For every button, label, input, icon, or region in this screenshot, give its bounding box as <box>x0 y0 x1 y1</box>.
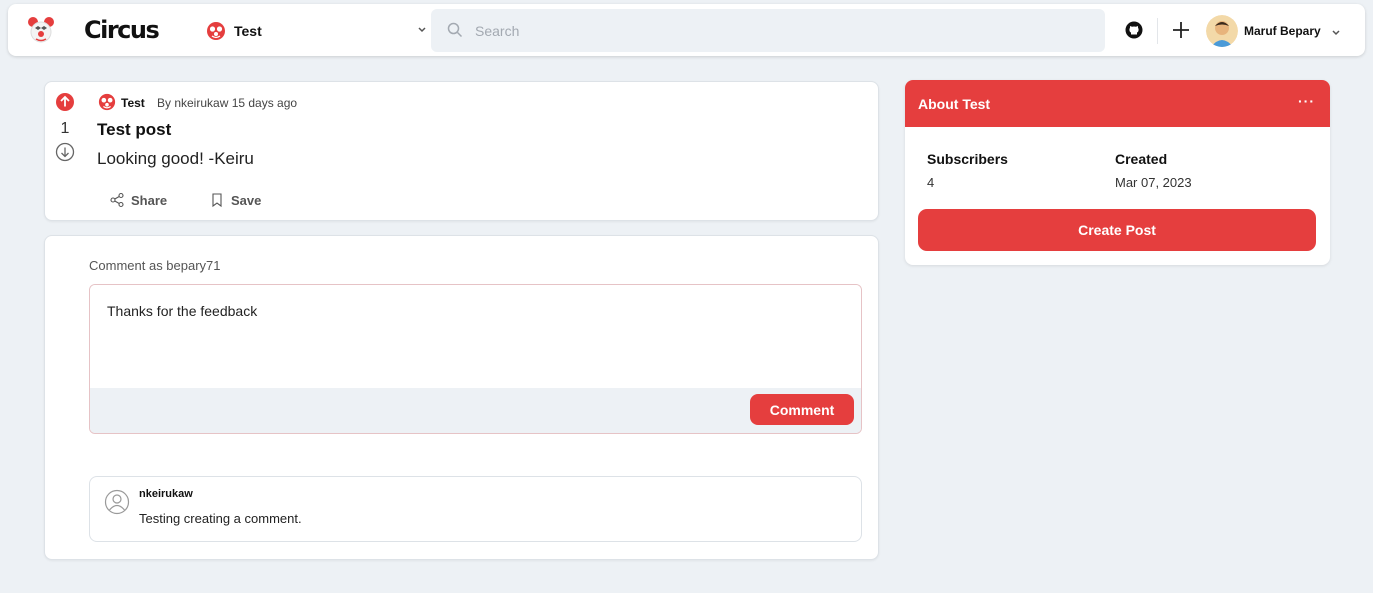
search-input[interactable] <box>475 9 1075 52</box>
bookmark-icon <box>212 193 222 208</box>
post-community-link[interactable]: Test <box>121 96 145 110</box>
subscribers-label: Subscribers <box>927 151 1008 167</box>
save-label: Save <box>231 193 262 208</box>
chevron-down-icon <box>1330 25 1342 43</box>
chevron-down-icon <box>416 22 428 40</box>
created-label: Created <box>1115 151 1168 167</box>
community-selector[interactable]: Test <box>198 12 428 48</box>
brand-name[interactable]: Circus <box>84 16 160 44</box>
about-header: About Test ··· <box>905 80 1330 127</box>
search-icon <box>447 22 463 43</box>
comment-author[interactable]: nkeirukaw <box>139 488 193 500</box>
community-icon <box>206 21 226 46</box>
comment-text: Testing creating a comment. <box>139 511 302 526</box>
post-title[interactable]: Test post <box>97 120 171 140</box>
created-value: Mar 07, 2023 <box>1115 175 1192 190</box>
post-card: 1 Test By nkeirukaw 15 days ago Test pos… <box>44 81 879 221</box>
search-bar[interactable] <box>431 9 1105 52</box>
post-body: Looking good! -Keiru <box>97 149 254 168</box>
create-post-button[interactable]: Create Post <box>918 209 1316 251</box>
save-button[interactable]: Save <box>209 190 279 212</box>
about-community-card: About Test ··· Subscribers 4 Created Mar… <box>905 80 1330 265</box>
comment-editor: Thanks for the feedback Comment <box>89 284 862 434</box>
user-name: Maruf Bepary <box>1244 24 1321 38</box>
plus-icon[interactable] <box>1171 20 1191 45</box>
user-avatar <box>1206 15 1238 47</box>
user-avatar-icon <box>104 489 130 520</box>
share-button[interactable]: Share <box>109 190 179 212</box>
more-options-icon[interactable]: ··· <box>1298 93 1315 109</box>
navbar: Circus Test Search Maruf Bepary <box>8 4 1365 56</box>
about-title: About Test <box>918 96 991 112</box>
user-menu[interactable]: Maruf Bepary <box>1206 14 1346 48</box>
share-label: Share <box>131 193 168 208</box>
downvote-icon[interactable] <box>55 142 75 167</box>
vote-count: 1 <box>60 120 70 137</box>
comment-as-label: Comment as bepary71 <box>89 258 221 273</box>
comment-submit-button[interactable]: Comment <box>750 394 854 425</box>
comment-item: nkeirukaw Testing creating a comment. <box>89 476 862 542</box>
share-icon <box>110 192 124 208</box>
subscribers-value: 4 <box>927 175 935 190</box>
navbar-divider <box>1157 18 1158 44</box>
community-selector-label: Test <box>234 23 262 39</box>
comment-editor-toolbar: Comment <box>90 388 861 433</box>
comment-card: Comment as bepary71 Thanks for the feedb… <box>44 235 879 560</box>
circus-logo-icon[interactable] <box>26 15 56 45</box>
community-icon <box>98 93 116 114</box>
upvote-icon[interactable] <box>55 92 75 117</box>
github-icon[interactable] <box>1125 21 1143 44</box>
post-byline: By nkeirukaw 15 days ago <box>157 96 298 110</box>
comment-textarea[interactable]: Thanks for the feedback <box>90 285 861 387</box>
